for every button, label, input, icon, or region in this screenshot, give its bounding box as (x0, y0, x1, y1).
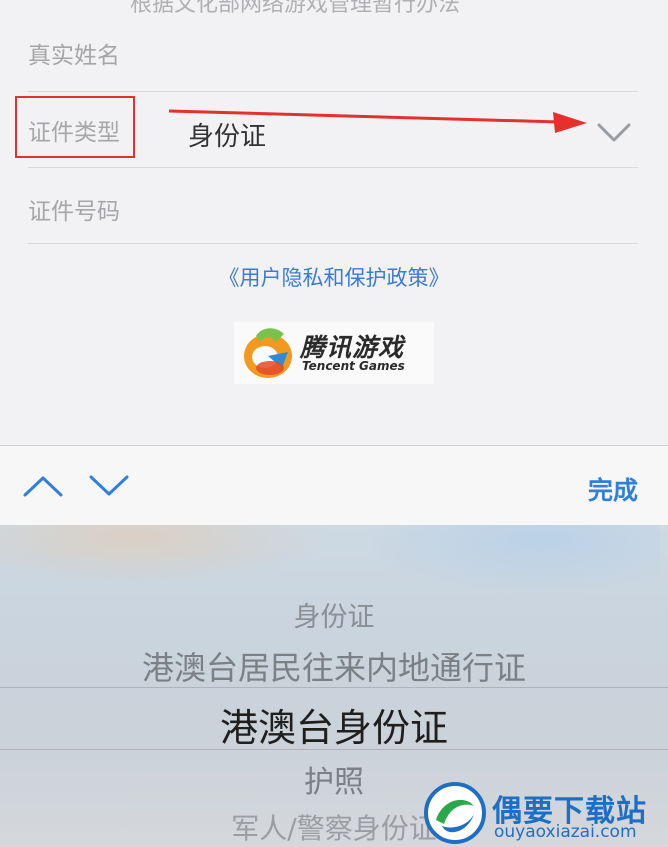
annotation-box (15, 96, 135, 158)
picker-option[interactable]: 港澳台居民往来内地通行证 (0, 643, 668, 689)
picker-background (360, 525, 660, 595)
divider (28, 91, 638, 92)
registration-form: 根据文化部网络游戏管理暂行办法 真实姓名 证件类型 身份证 证件号码 《用户隐私… (0, 0, 668, 445)
previous-field-icon[interactable] (22, 473, 64, 499)
privacy-policy-link[interactable]: 《用户隐私和保护政策》 (0, 262, 668, 292)
watermark-text-en: ouyaoxiazai.com (494, 822, 637, 842)
done-button[interactable]: 完成 (588, 471, 638, 507)
tencent-games-logo: 腾讯游戏 Tencent Games (234, 322, 434, 384)
id-number-label[interactable]: 证件号码 (28, 192, 120, 226)
picker-toolbar: 完成 (0, 445, 668, 526)
logo-text-en: Tencent Games (302, 359, 405, 373)
watermark: 偶要下载站 ouyaoxiazai.com (420, 780, 668, 847)
picker-background (0, 525, 330, 585)
picker-option-selected[interactable]: 港澳台身份证 (0, 697, 668, 752)
divider (28, 243, 638, 244)
selection-indicator-top (0, 687, 668, 688)
picker-option[interactable]: 身份证 (0, 595, 668, 634)
annotation-arrow (168, 109, 587, 133)
divider (28, 167, 638, 168)
top-notice-text: 根据文化部网络游戏管理暂行办法 (130, 0, 461, 17)
chevron-down-icon[interactable] (596, 120, 632, 146)
next-field-icon[interactable] (88, 473, 130, 499)
tencent-games-logo-icon (244, 328, 292, 378)
watermark-logo-icon (424, 782, 486, 844)
selection-indicator-bottom (0, 749, 668, 750)
real-name-label[interactable]: 真实姓名 (28, 36, 120, 70)
